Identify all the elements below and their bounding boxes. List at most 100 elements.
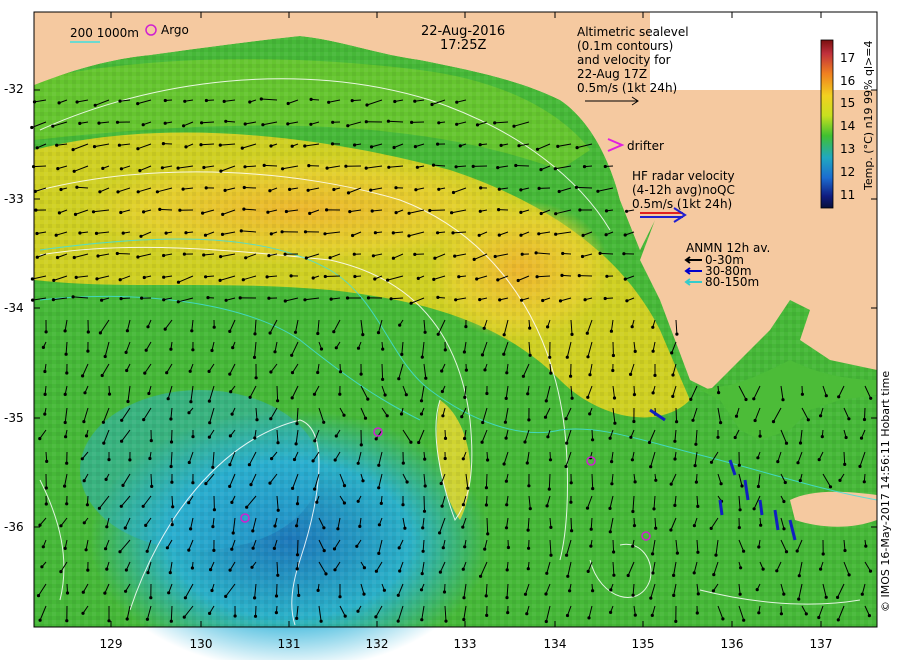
velocity-arrow-head <box>244 256 248 260</box>
velocity-arrow-head <box>249 483 253 487</box>
velocity-arrow-head <box>74 275 78 279</box>
velocity-arrow-head <box>520 252 524 256</box>
velocity-arrow-head <box>609 588 613 592</box>
velocity-arrow-head <box>163 327 167 331</box>
velocity-arrow-head <box>389 297 393 301</box>
velocity-arrow-head <box>64 435 68 439</box>
velocity-arrow <box>170 605 173 622</box>
velocity-arrow-head <box>164 231 168 235</box>
velocity-arrow <box>570 517 573 531</box>
velocity-arrow-head <box>575 146 579 150</box>
velocity-arrow-head <box>57 101 61 105</box>
velocity-arrow-head <box>776 460 780 464</box>
velocity-arrow-head <box>348 210 352 214</box>
velocity-arrow-head <box>228 568 232 572</box>
velocity-arrow-head <box>107 392 112 396</box>
velocity-arrow-head <box>101 166 105 170</box>
velocity-arrow-head <box>93 103 97 107</box>
velocity-arrow-head <box>782 499 786 504</box>
velocity-arrow-head <box>438 570 442 574</box>
velocity-arrow-head <box>363 416 368 420</box>
velocity-arrow-head <box>589 544 593 548</box>
velocity-arrow-head <box>858 464 862 468</box>
velocity-arrow <box>515 165 530 167</box>
velocity-arrow <box>276 385 279 401</box>
velocity-arrow-head <box>521 374 526 378</box>
velocity-arrow-head <box>477 233 481 237</box>
velocity-arrow <box>612 539 615 553</box>
velocity-arrow-head <box>118 550 122 554</box>
velocity-arrow-head <box>240 146 244 150</box>
velocity-arrow-head <box>537 232 541 236</box>
velocity-arrow-head <box>604 233 608 237</box>
velocity-arrow-head <box>483 547 487 551</box>
velocity-arrow-head <box>498 298 502 302</box>
velocity-arrow-head <box>204 482 208 486</box>
lon-tick-label: 133 <box>453 637 477 651</box>
velocity-arrow-head <box>742 549 746 553</box>
velocity-arrow-head <box>107 619 111 623</box>
velocity-arrow-head <box>396 593 400 597</box>
velocity-arrow-head <box>148 456 152 461</box>
velocity-arrow-head <box>362 592 366 596</box>
velocity-arrow-head <box>544 619 548 624</box>
velocity-arrow-head <box>744 397 748 402</box>
velocity-arrow-head <box>433 256 437 260</box>
velocity-arrow-head <box>168 571 172 575</box>
velocity-arrow-head <box>817 458 821 462</box>
velocity-arrow-head <box>626 573 630 578</box>
velocity-arrow-head <box>325 166 329 170</box>
velocity-arrow-head <box>549 553 553 557</box>
velocity-arrow-head <box>580 254 585 259</box>
lon-tick-label: 129 <box>99 637 123 651</box>
velocity-arrow-head <box>475 123 480 127</box>
velocity-arrow-head <box>398 569 402 573</box>
velocity-arrow-head <box>63 329 67 333</box>
velocity-arrow-head <box>270 457 274 461</box>
velocity-arrow-head <box>313 487 317 491</box>
velocity-arrow-head <box>415 165 419 169</box>
velocity-arrow-head <box>204 186 208 190</box>
velocity-arrow-head <box>828 485 833 489</box>
velocity-arrow-head <box>316 588 320 593</box>
velocity-arrow-head <box>673 439 677 443</box>
velocity-arrow-head <box>303 230 308 234</box>
velocity-arrow-head <box>139 234 143 238</box>
velocity-arrow-head <box>391 231 395 235</box>
velocity-arrow-head <box>564 417 568 421</box>
velocity-arrow-head <box>346 191 351 195</box>
velocity-arrow-head <box>381 377 385 381</box>
colorbar <box>820 39 834 209</box>
velocity-arrow-head <box>570 529 574 533</box>
velocity-arrow-head <box>836 618 840 622</box>
velocity-arrow-head <box>525 612 529 616</box>
velocity-arrow-head <box>294 442 298 446</box>
velocity-arrow-head <box>564 464 568 469</box>
velocity-arrow-head <box>115 120 120 124</box>
velocity-arrow-head <box>462 350 466 354</box>
velocity-arrow-head <box>838 478 842 482</box>
velocity-arrow-head <box>651 325 655 329</box>
velocity-arrow-head <box>228 463 232 467</box>
velocity-arrow-head <box>163 98 167 103</box>
velocity-arrow-head <box>181 187 185 191</box>
velocity-arrow-head <box>673 457 677 461</box>
velocity-arrow-head <box>295 616 299 621</box>
velocity-arrow-head <box>605 274 609 278</box>
velocity-arrow-head <box>506 611 510 615</box>
velocity-arrow-head <box>269 370 273 374</box>
velocity-arrow-head <box>674 619 678 624</box>
velocity-arrow-head <box>401 503 405 507</box>
velocity-arrow-head <box>755 588 759 592</box>
altimetry-line-1: Altimetric sealevel <box>577 25 689 39</box>
velocity-arrow-head <box>45 459 49 463</box>
velocity-arrow-head <box>423 457 427 461</box>
velocity-arrow-head <box>554 232 558 236</box>
velocity-arrow-head <box>569 500 573 504</box>
velocity-arrow-head <box>582 165 587 169</box>
velocity-arrow-head <box>565 441 569 445</box>
velocity-arrow-head <box>292 457 297 462</box>
velocity-arrow-head <box>421 549 425 553</box>
velocity-arrow-head <box>392 145 396 150</box>
velocity-arrow-head <box>471 164 475 168</box>
